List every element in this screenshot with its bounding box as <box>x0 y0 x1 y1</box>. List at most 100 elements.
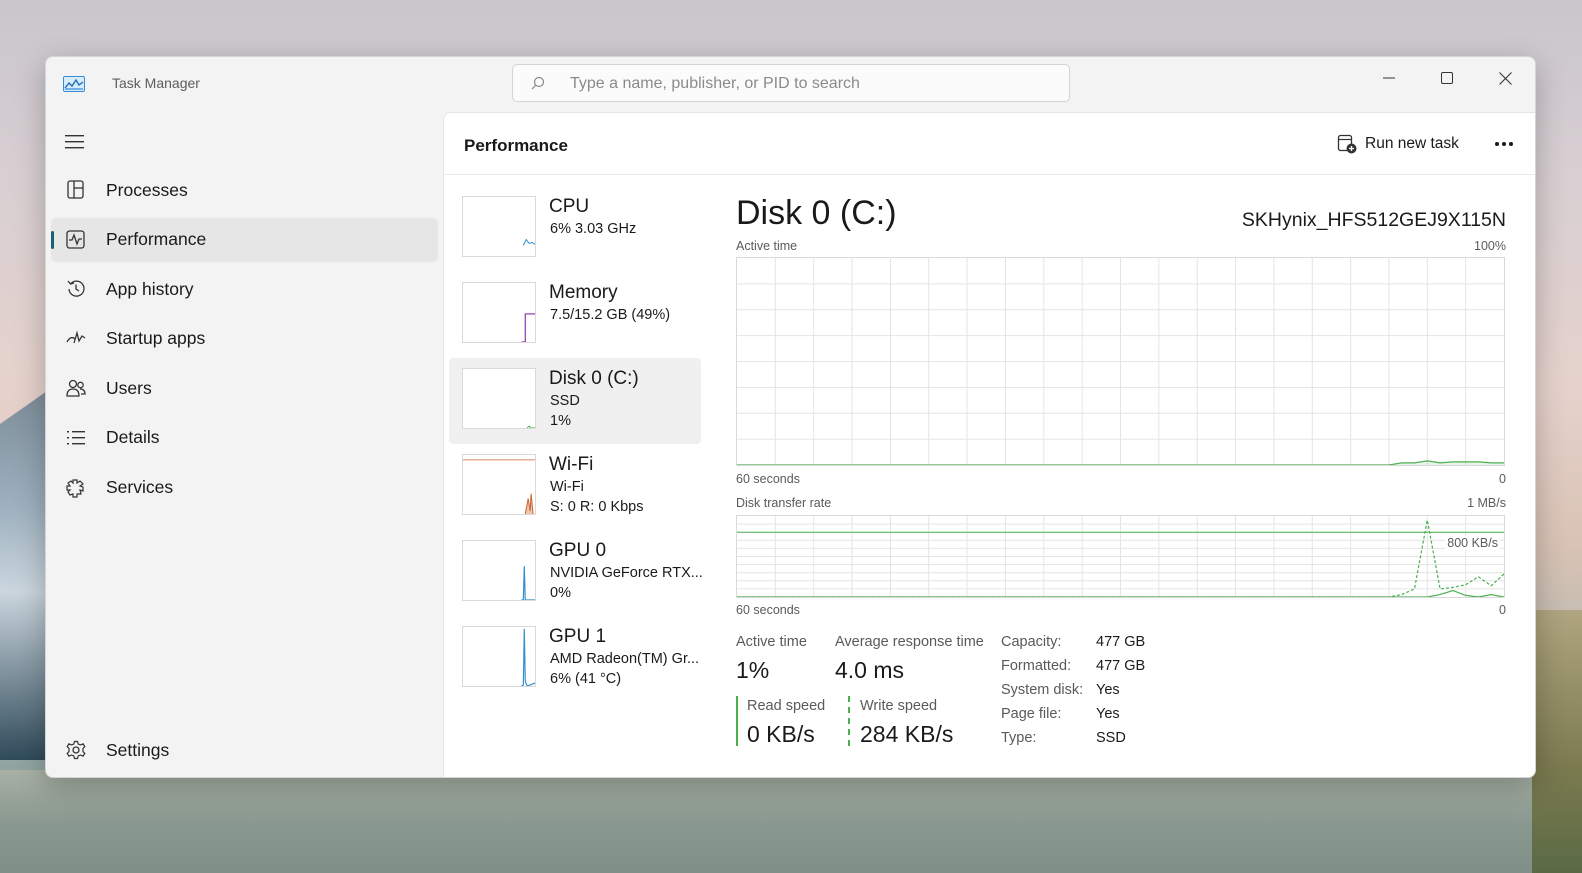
sidebar-item-users[interactable]: Users <box>51 366 438 410</box>
write-speed-value: 284 KB/s <box>860 721 954 747</box>
performance-resource-list: CPU 6% 3.03 GHz Memory 7.5/15.2 GB (49%)… <box>449 186 703 702</box>
resource-detail: SSD <box>550 393 580 409</box>
active-time-min-label: 0 <box>1499 472 1506 486</box>
write-speed-label: Write speed <box>860 698 938 714</box>
wallpaper-grass <box>1532 610 1582 873</box>
performance-icon <box>66 229 85 249</box>
services-icon <box>66 478 84 498</box>
resource-item-gpu-1[interactable]: GPU 1 AMD Radeon(TM) Gr... 6% (41 °C) <box>449 616 701 702</box>
wallpaper-water <box>0 770 1582 873</box>
search-icon <box>531 76 545 90</box>
active-time-max-label: 100% <box>1474 239 1506 253</box>
sidebar-item-processes[interactable]: Processes <box>51 168 438 212</box>
sidebar-item-label: App history <box>106 278 194 299</box>
resource-usage: S: 0 R: 0 Kbps <box>550 499 644 515</box>
sidebar-nav: Processes Performance App history Startu… <box>51 168 438 515</box>
task-manager-app-icon <box>63 76 85 92</box>
sidebar-item-settings[interactable]: Settings <box>51 728 438 772</box>
startup-icon <box>66 330 86 343</box>
hamburger-menu-icon[interactable] <box>65 134 87 150</box>
run-new-task-label: Run new task <box>1365 135 1459 152</box>
minimize-icon <box>1383 77 1395 79</box>
resource-name: GPU 1 <box>549 626 607 647</box>
search-input[interactable]: Type a name, publisher, or PID to search <box>570 75 860 93</box>
resource-name: GPU 0 <box>549 540 607 561</box>
resource-usage: 1% <box>550 413 571 429</box>
write-speed-indicator <box>848 696 850 746</box>
gpu0-thumbnail-graph <box>462 540 536 601</box>
memory-thumbnail-graph <box>462 282 536 343</box>
disk-title: Disk 0 (C:) <box>736 194 897 232</box>
resource-item-wifi[interactable]: Wi-Fi Wi-Fi S: 0 R: 0 Kbps <box>449 444 701 530</box>
maximize-button[interactable] <box>1424 63 1470 93</box>
sidebar-item-app-history[interactable]: App history <box>51 267 438 311</box>
run-new-task-button[interactable]: Run new task <box>1337 131 1459 157</box>
capacity-value: 477 GB <box>1096 634 1146 650</box>
disk-model: SKHynix_HFS512GEJ9X115N <box>1241 209 1506 231</box>
avg-response-label: Average response time <box>835 634 984 650</box>
resource-item-gpu-0[interactable]: GPU 0 NVIDIA GeForce RTX... 0% <box>449 530 703 616</box>
resource-name: CPU <box>549 196 590 217</box>
transfer-reference-label: 800 KB/s <box>1445 536 1500 550</box>
more-dot <box>1502 142 1506 146</box>
active-time-stat-value: 1% <box>736 657 770 683</box>
resource-item-cpu[interactable]: CPU 6% 3.03 GHz <box>449 186 701 272</box>
system-disk-label: System disk: <box>1001 682 1084 698</box>
gpu1-thumbnail-graph <box>462 626 536 687</box>
resource-name: Disk 0 (C:) <box>549 368 639 389</box>
sidebar-item-services[interactable]: Services <box>51 466 438 510</box>
sidebar-item-label: Processes <box>106 179 188 200</box>
type-label: Type: <box>1001 730 1037 746</box>
run-new-task-icon <box>1337 134 1357 154</box>
active-time-chart-svg <box>737 258 1504 465</box>
more-dot <box>1509 142 1513 146</box>
task-manager-window: Task Manager Type a name, publisher, or … <box>45 56 1536 778</box>
minimize-button[interactable] <box>1366 63 1412 93</box>
read-speed-indicator <box>736 696 738 746</box>
cpu-thumbnail-graph <box>462 196 536 257</box>
resource-usage: 0% <box>550 585 571 601</box>
disk-thumbnail-graph <box>462 368 536 429</box>
sidebar-item-performance[interactable]: Performance <box>51 217 438 262</box>
search-box[interactable]: Type a name, publisher, or PID to search <box>512 64 1070 102</box>
active-time-stat-label: Active time <box>736 634 807 650</box>
sidebar-item-label: Performance <box>106 229 207 250</box>
avg-response-value: 4.0 ms <box>835 657 905 683</box>
active-time-duration-label: 60 seconds <box>736 472 800 486</box>
sidebar-item-startup-apps[interactable]: Startup apps <box>51 317 438 361</box>
transfer-rate-chart-label: Disk transfer rate <box>736 496 832 510</box>
read-speed-label: Read speed <box>747 698 826 714</box>
sidebar-item-label: Startup apps <box>106 328 206 349</box>
active-time-chart <box>736 257 1505 466</box>
transfer-rate-min-label: 0 <box>1499 603 1506 617</box>
content-panel: Performance Run new task CPU 6% 3.03 GHz… <box>443 112 1535 777</box>
read-speed-value: 0 KB/s <box>747 721 815 747</box>
transfer-rate-chart-svg <box>737 516 1504 597</box>
users-icon <box>66 380 86 398</box>
page-file-value: Yes <box>1096 706 1120 722</box>
resource-detail: NVIDIA GeForce RTX... <box>550 565 703 581</box>
resource-detail: 6% 3.03 GHz <box>550 221 637 237</box>
page-title: Performance <box>464 136 568 155</box>
active-time-chart-label: Active time <box>736 239 798 253</box>
transfer-rate-max-label: 1 MB/s <box>1467 496 1506 510</box>
type-value: SSD <box>1096 730 1126 746</box>
sidebar-item-details[interactable]: Details <box>51 416 438 460</box>
resource-detail: 7.5/15.2 GB (49%) <box>550 307 671 323</box>
resource-usage: 6% (41 °C) <box>550 671 622 687</box>
resource-name: Wi-Fi <box>549 454 594 475</box>
history-icon <box>67 280 85 297</box>
processes-icon <box>67 180 84 199</box>
resource-item-memory[interactable]: Memory 7.5/15.2 GB (49%) <box>449 272 701 358</box>
settings-label: Settings <box>106 739 170 760</box>
resource-detail: AMD Radeon(TM) Gr... <box>550 651 700 667</box>
title-bar: Task Manager Type a name, publisher, or … <box>46 57 1535 113</box>
resource-item-disk-0[interactable]: Disk 0 (C:) SSD 1% <box>449 358 701 444</box>
sidebar-item-label: Details <box>106 427 160 448</box>
close-button[interactable] <box>1482 63 1528 93</box>
more-options-button[interactable] <box>1492 132 1516 156</box>
close-icon <box>1498 71 1512 85</box>
details-icon <box>67 430 85 445</box>
formatted-value: 477 GB <box>1096 658 1146 674</box>
app-title: Task Manager <box>112 75 200 91</box>
